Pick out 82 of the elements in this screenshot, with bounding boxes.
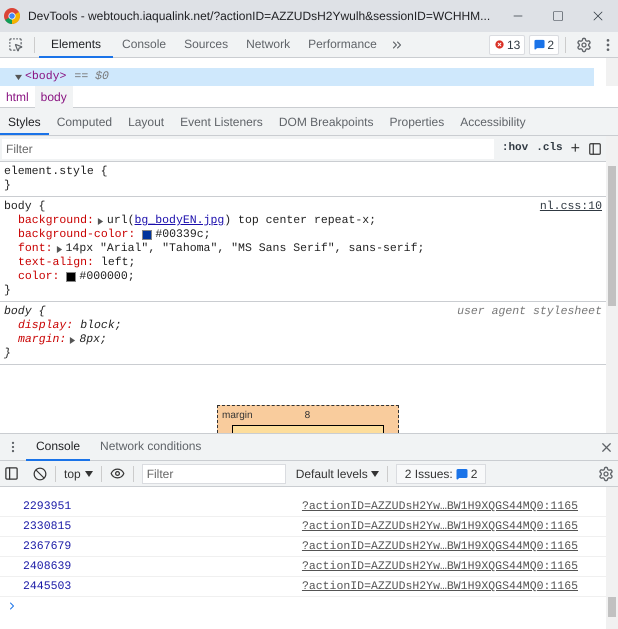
color-swatch[interactable]: [142, 230, 152, 240]
rule-selector: body {: [4, 305, 46, 319]
new-rule-button[interactable]: +: [570, 140, 580, 156]
log-levels-dropdown[interactable]: Default levels: [296, 464, 379, 482]
browser-logo-icon: [4, 8, 20, 24]
css-property: font:: [18, 242, 53, 256]
sidebar-tab[interactable]: Properties: [382, 111, 452, 135]
styles-filter-field[interactable]: Filter: [2, 138, 494, 158]
maximize-icon[interactable]: [552, 10, 564, 22]
dom-node-row[interactable]: <body> == $0: [0, 68, 594, 86]
panel-tab[interactable]: Sources: [175, 32, 238, 58]
sidebar-toggle-icon[interactable]: [588, 142, 602, 156]
sidebar-tab[interactable]: Computed: [48, 111, 120, 135]
console-source-link[interactable]: ?actionID=AZZUDsH2Yw…BW1H9XQGS44MQ0:1165: [302, 498, 578, 516]
panel-tab[interactable]: Console: [113, 32, 176, 58]
css-value: ) top center repeat-x;: [224, 214, 376, 228]
console-source-link[interactable]: ?actionID=AZZUDsH2Yw…BW1H9XQGS44MQ0:1165: [302, 538, 578, 556]
css-value: #000000;: [79, 270, 135, 284]
live-expression-icon[interactable]: [110, 466, 125, 481]
panel-tab[interactable]: Network: [237, 32, 300, 58]
rule-source-link[interactable]: nl.css:10: [540, 200, 602, 214]
console-log-value: 2445503: [23, 578, 72, 595]
sidebar-toggle-icon[interactable]: [4, 466, 19, 481]
css-property: background-color:: [18, 228, 136, 242]
error-icon: [494, 39, 505, 50]
breadcrumb[interactable]: body: [34, 86, 73, 108]
console-settings-icon[interactable]: [598, 466, 614, 482]
rule-brace: }: [4, 284, 11, 298]
body-tag: <body>: [25, 68, 66, 86]
errors-badge[interactable]: 13: [488, 34, 526, 54]
context-selector[interactable]: top: [64, 464, 93, 482]
css-property: background:: [18, 214, 94, 228]
expand-arrow-icon[interactable]: [56, 246, 63, 252]
css-property: display:: [18, 319, 74, 333]
expand-arrow-icon[interactable]: [15, 74, 22, 80]
panel-tab[interactable]: Elements: [39, 32, 114, 58]
console-log-value: 2330815: [23, 518, 72, 535]
color-swatch[interactable]: [66, 272, 76, 282]
console-log-value: 2367679: [23, 538, 72, 555]
sidebar-tab[interactable]: Layout: [120, 111, 172, 135]
console-filter-field[interactable]: Filter: [142, 464, 286, 484]
css-value: #00339c;: [155, 228, 211, 242]
sidebar-tab[interactable]: DOM Breakpoints: [270, 111, 382, 135]
css-value: 8px;: [79, 333, 107, 347]
issues-button[interactable]: 2 Issues: 2: [396, 464, 486, 484]
hover-state-toggle[interactable]: :hov: [502, 140, 528, 157]
messages-badge[interactable]: 2: [529, 34, 559, 54]
image-link[interactable]: bg_bodyEN.jpg: [134, 214, 224, 228]
console-log-value: 2293951: [23, 498, 72, 515]
margin-label: margin: [222, 409, 253, 423]
selected-node-note: == $0: [74, 69, 109, 86]
rule-selector: element.style {: [4, 165, 108, 179]
caret-icon: [84, 470, 93, 476]
css-value: url(: [106, 214, 135, 228]
console-log-value: 2408639: [23, 558, 72, 575]
expand-arrow-icon[interactable]: [96, 218, 104, 224]
sidebar-tab[interactable]: Accessibility: [452, 111, 534, 135]
sidebar-tab[interactable]: Event Listeners: [172, 111, 271, 135]
css-value: 14px "Arial", "Tahoma", "MS Sans Serif", sans-serif;: [66, 242, 424, 256]
console-source-link[interactable]: ?actionID=AZZUDsH2Yw…BW1H9XQGS44MQ0:1165: [302, 518, 578, 536]
expand-arrow-icon[interactable]: [69, 336, 76, 344]
css-value: left;: [100, 256, 136, 270]
rule-brace: }: [4, 179, 11, 193]
rule-source: user agent stylesheet: [457, 305, 602, 319]
window-title: DevTools - webtouch.iaqualink.net/?actionID=AZZUDsH2Ywulh&sessionID=WCHHM...: [28, 8, 490, 25]
class-toggle[interactable]: .cls: [536, 140, 563, 157]
breadcrumb[interactable]: html: [0, 86, 35, 108]
console-source-link[interactable]: ?actionID=AZZUDsH2Yw…BW1H9XQGS44MQ0:1165: [302, 578, 578, 596]
drawer-tab[interactable]: Network conditions: [90, 434, 212, 460]
css-property: text-align:: [18, 256, 94, 270]
panel-tab[interactable]: Performance: [299, 32, 386, 58]
caret-icon: [370, 470, 379, 476]
rule-selector: body {: [4, 200, 46, 214]
css-property: margin:: [18, 333, 66, 347]
css-value: block;: [80, 319, 122, 333]
console-source-link[interactable]: ?actionID=AZZUDsH2Yw…BW1H9XQGS44MQ0:1165: [302, 558, 578, 576]
css-property: color:: [18, 270, 60, 284]
message-icon: [456, 468, 468, 480]
clear-console-icon[interactable]: [33, 466, 47, 480]
margin-value: 8: [304, 409, 310, 423]
rule-brace: }: [4, 347, 11, 361]
message-icon: [534, 39, 546, 50]
